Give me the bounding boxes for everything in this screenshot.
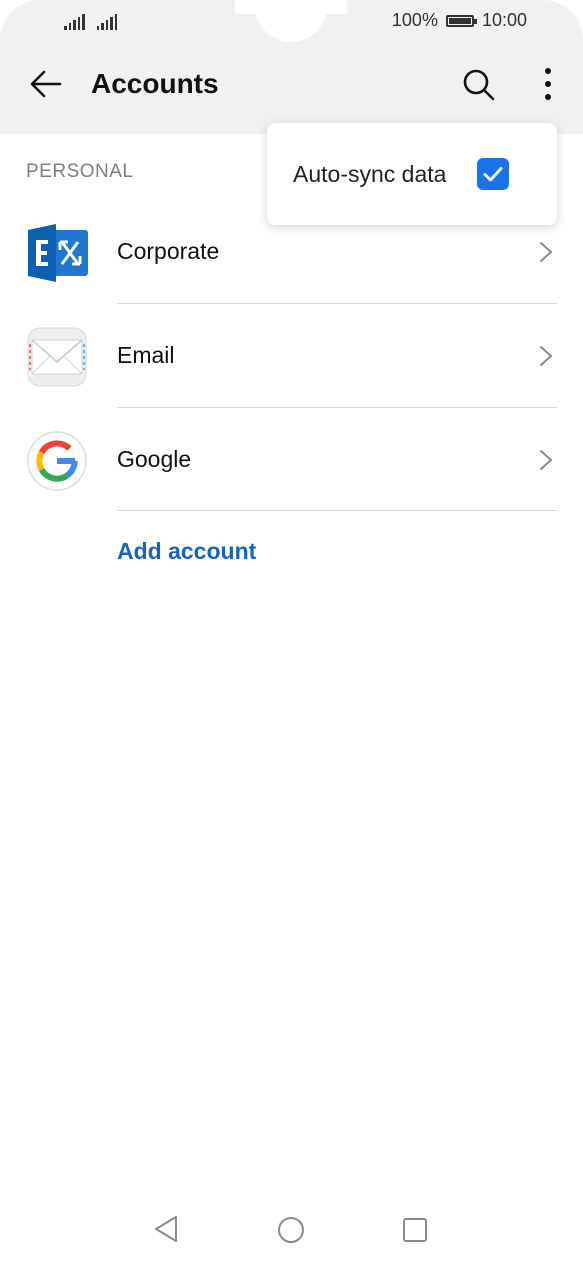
- envelope-icon: [27, 327, 87, 387]
- google-icon: [27, 431, 87, 491]
- account-label: Google: [117, 446, 192, 472]
- divider: [117, 510, 557, 511]
- chevron-right-icon: [540, 450, 552, 470]
- auto-sync-checkbox[interactable]: [477, 158, 509, 190]
- exchange-icon: [28, 224, 88, 282]
- chevron-right-icon: [540, 242, 552, 262]
- screen: 100% 10:00 Accounts PERSONAL Corporate E…: [0, 0, 583, 1264]
- chevron-right-icon: [540, 346, 552, 366]
- square-recent-icon[interactable]: [402, 1217, 428, 1243]
- account-item-email[interactable]: Email: [0, 304, 583, 408]
- navigation-bar: [0, 1200, 583, 1260]
- clock: 10:00: [481, 10, 527, 30]
- page-title: Accounts: [91, 68, 219, 99]
- app-bar: Accounts: [0, 54, 583, 114]
- checkmark-icon: [483, 167, 503, 182]
- triangle-back-icon[interactable]: [152, 1214, 180, 1244]
- signal-icon: [64, 10, 85, 30]
- auto-sync-label[interactable]: Auto-sync data: [293, 159, 446, 189]
- search-icon[interactable]: [460, 66, 496, 102]
- section-header: PERSONAL: [26, 161, 134, 182]
- account-label: Email: [117, 342, 175, 368]
- add-account-link[interactable]: Add account: [117, 536, 256, 566]
- account-item-google[interactable]: Google: [0, 408, 583, 512]
- arrow-left-icon[interactable]: [28, 66, 64, 102]
- battery-percent: 100%: [391, 10, 438, 30]
- top-bar: 100% 10:00 Accounts: [0, 0, 583, 134]
- account-label: Corporate: [117, 238, 220, 264]
- battery-icon: [445, 14, 477, 27]
- status-right: 100% 10:00: [392, 10, 527, 31]
- signal-indicators: [64, 10, 117, 30]
- overflow-menu: Auto-sync data: [267, 123, 557, 225]
- signal-icon-2: [96, 10, 117, 30]
- more-vertical-icon[interactable]: [534, 66, 562, 102]
- circle-home-icon[interactable]: [277, 1216, 305, 1244]
- camera-notch: [255, 0, 327, 42]
